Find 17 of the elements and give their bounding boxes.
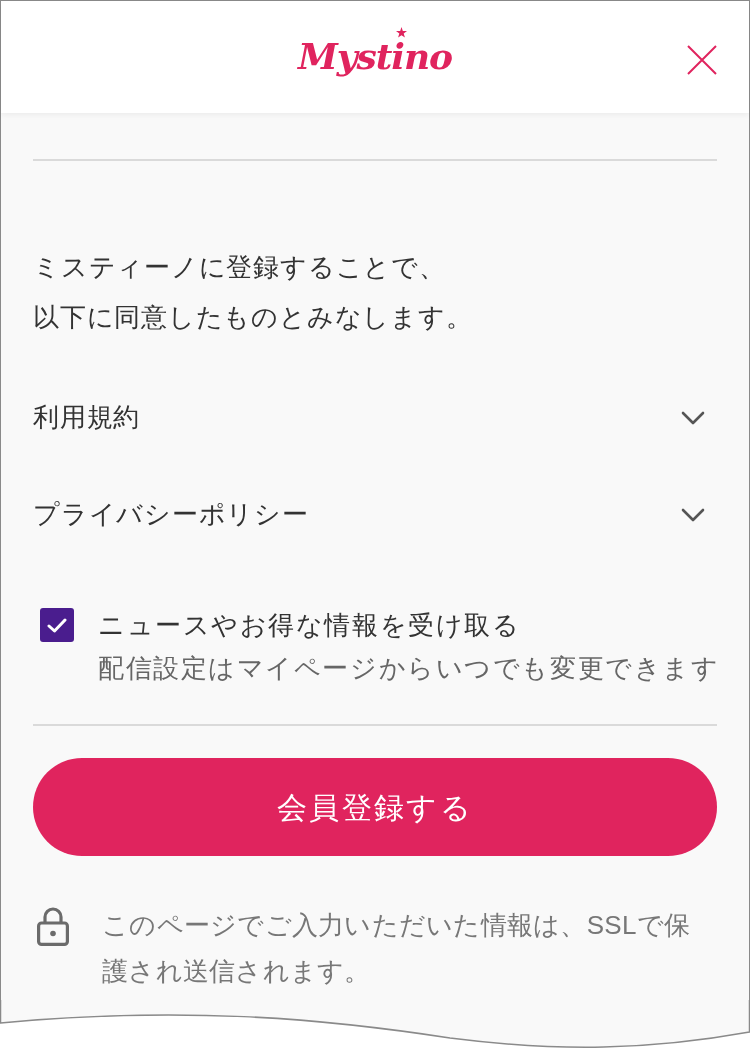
close-icon	[687, 45, 717, 75]
check-icon	[47, 617, 67, 633]
intro-text: 以下に同意したものとみなします。	[33, 301, 473, 334]
mystino-logo[interactable]: Mystino	[298, 35, 452, 77]
close-button[interactable]	[687, 45, 717, 75]
star-icon	[396, 27, 407, 38]
ssl-security-note: このページでご入力いただいた情報は、SSLで保護され送信されます。	[102, 909, 692, 988]
intro-text: ミスティーノに登録することで、	[33, 251, 446, 284]
delivery-settings-note: 配信設定はマイページからいつでも変更できます	[98, 652, 720, 685]
accordion-toggle[interactable]: 利用規約	[33, 369, 717, 466]
chevron-down-icon	[681, 410, 705, 425]
lock-icon	[37, 906, 69, 946]
accordion-toggle[interactable]: プライバシーポリシー	[33, 466, 717, 563]
checkbox[interactable]	[40, 608, 74, 642]
chevron-down-icon	[681, 507, 705, 522]
newsletter-label: ニュースやお得な情報を受け取る	[98, 609, 522, 642]
register-button[interactable]: 会員登録する	[33, 758, 717, 856]
